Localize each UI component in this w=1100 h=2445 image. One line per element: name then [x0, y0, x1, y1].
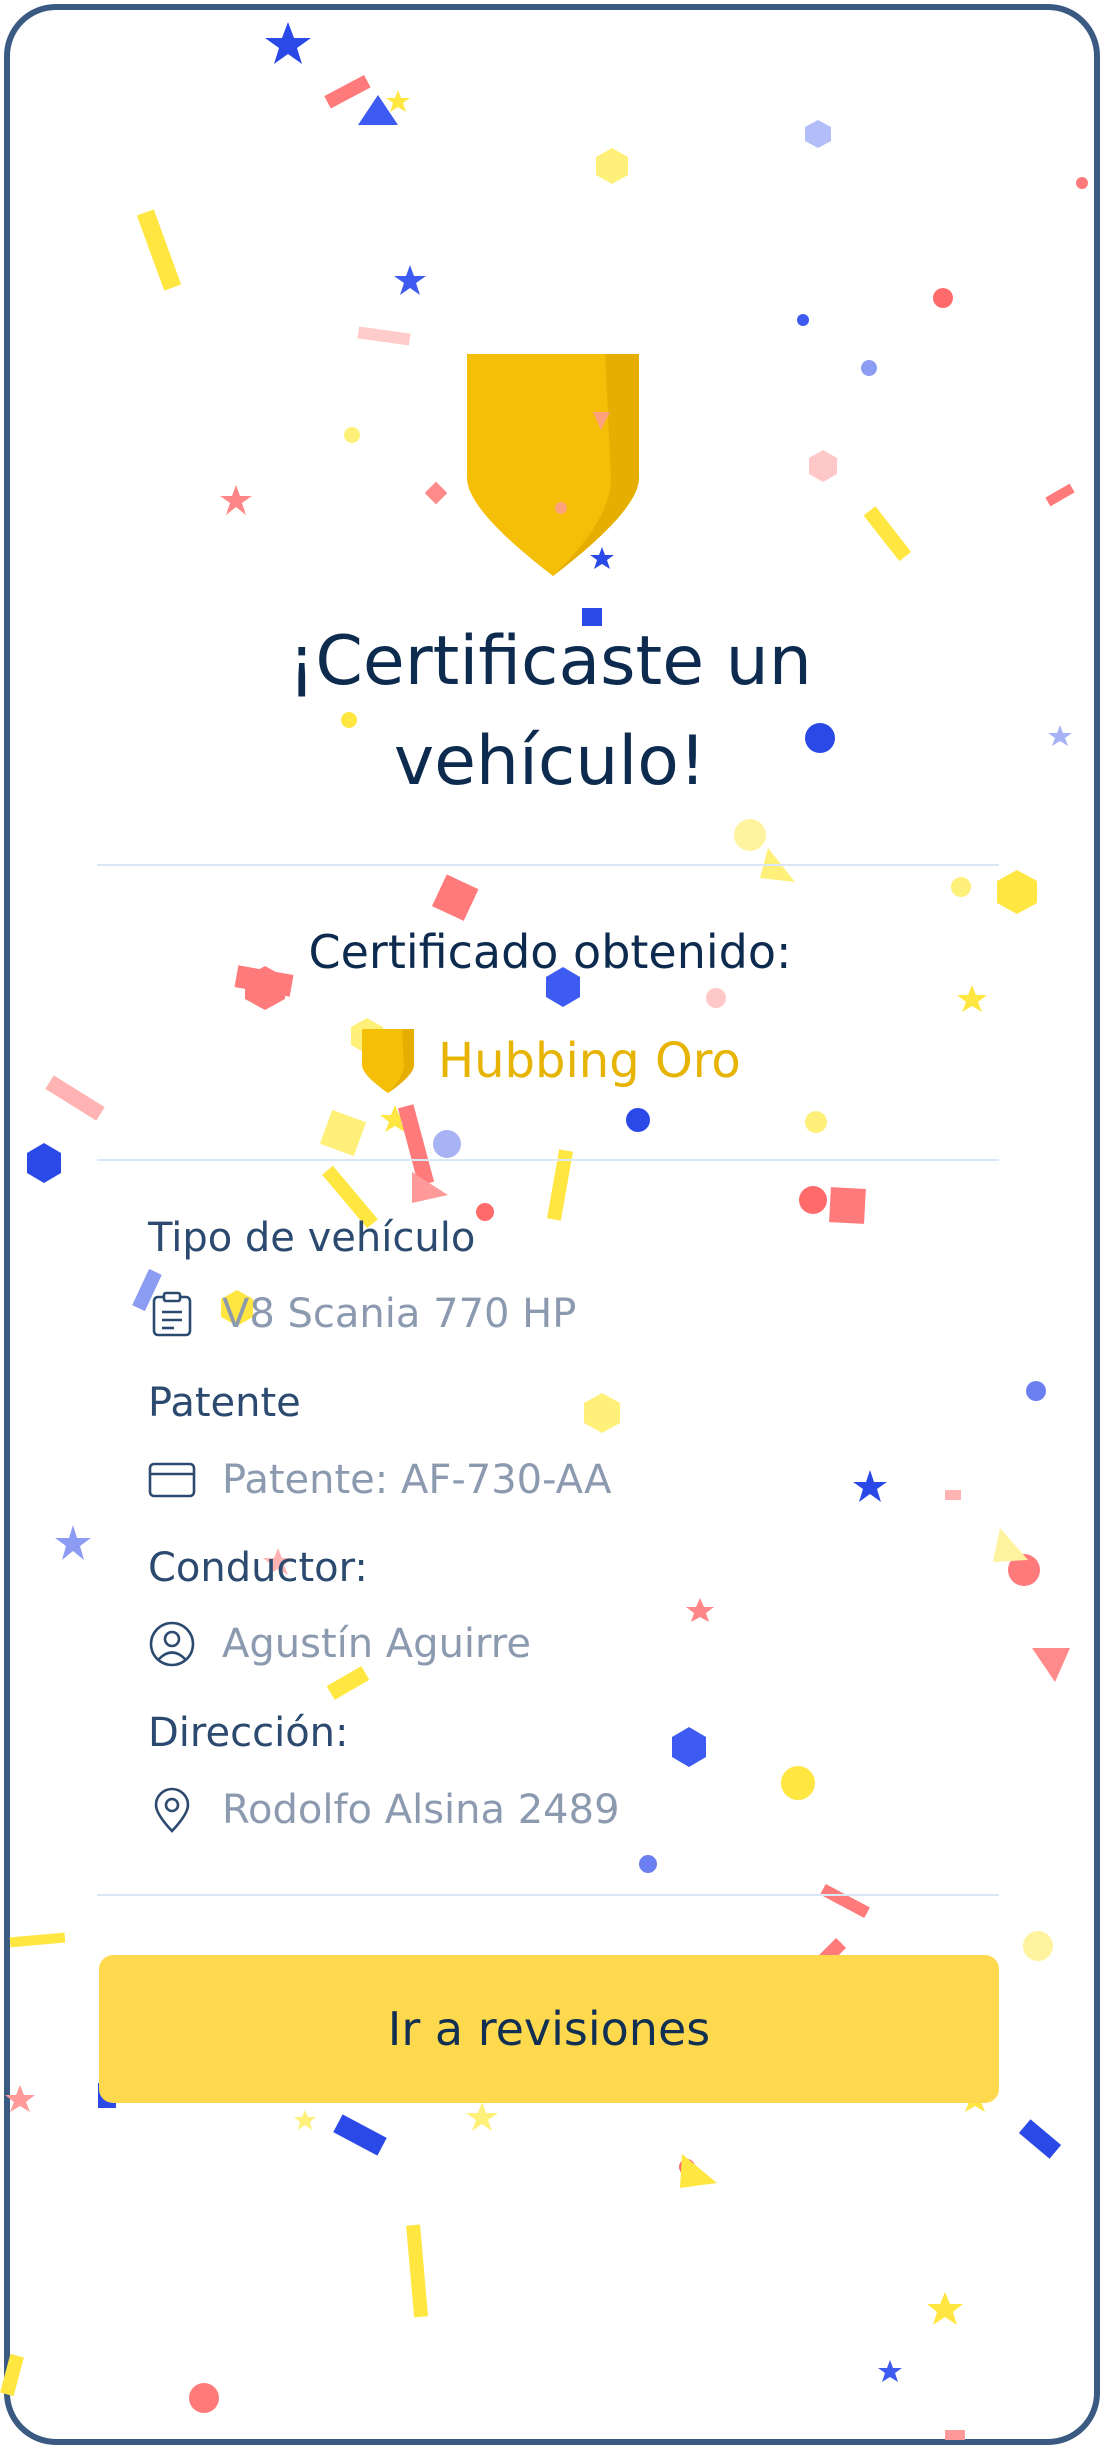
gold-shield-icon	[362, 1029, 414, 1093]
clipboard-icon	[152, 1291, 192, 1337]
page-title: ¡Certificaste un vehículo!	[288, 622, 812, 801]
vehicle-type-label: Tipo de vehículo	[148, 1215, 476, 1261]
go-to-reviews-button[interactable]: Ir a revisiones	[99, 1955, 999, 2103]
driver-value: Agustín Aguirre	[222, 1621, 531, 1667]
map-pin-icon	[154, 1787, 190, 1833]
vehicle-type-value: V8 Scania 770 HP	[222, 1291, 577, 1337]
credit-card-icon	[148, 1462, 196, 1498]
address-row: Rodolfo Alsina 2489	[148, 1780, 620, 1840]
gold-shield-icon	[467, 354, 639, 576]
user-circle-icon	[149, 1621, 195, 1667]
plate-row: Patente: AF-730-AA	[148, 1450, 612, 1510]
address-label: Dirección:	[148, 1710, 349, 1756]
divider	[97, 1894, 999, 1896]
plate-label: Patente	[148, 1380, 301, 1426]
divider	[97, 864, 999, 866]
certificate-success-screen: ¡Certificaste un vehículo! Certificado o…	[0, 0, 1100, 2445]
divider	[97, 1159, 999, 1161]
certificate-name: Hubbing Oro	[438, 1033, 741, 1089]
plate-value: Patente: AF-730-AA	[222, 1457, 612, 1503]
certificate-label: Certificado obtenido:	[308, 925, 792, 979]
vehicle-type-row: V8 Scania 770 HP	[148, 1284, 576, 1344]
driver-row: Agustín Aguirre	[148, 1614, 531, 1674]
certificate-badge-row: Hubbing Oro	[360, 1025, 741, 1097]
address-value: Rodolfo Alsina 2489	[222, 1787, 620, 1833]
driver-label: Conductor:	[148, 1545, 368, 1591]
